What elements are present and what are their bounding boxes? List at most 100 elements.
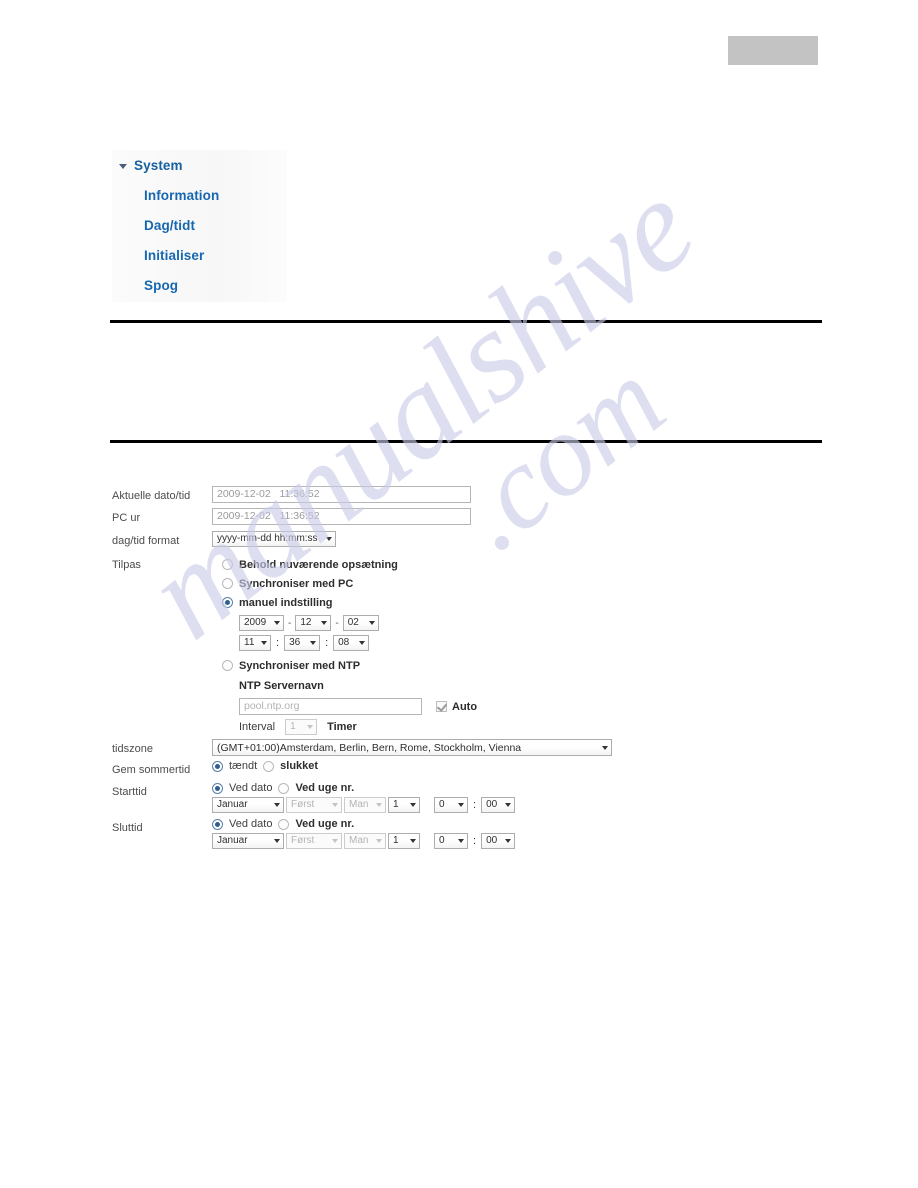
chevron-down-icon — [505, 839, 512, 843]
end-hour-value: 0 — [439, 835, 445, 846]
radio-icon[interactable] — [263, 760, 275, 772]
adjust-option-sync-ntp[interactable]: Synchroniser med NTP — [222, 656, 752, 675]
manual-day-value: 02 — [347, 617, 359, 628]
radio-icon[interactable] — [278, 818, 290, 830]
manual-year-select[interactable]: 2009 — [239, 615, 284, 631]
nav-item-spog[interactable]: Spog — [112, 270, 178, 300]
start-weekday-select[interactable]: Man — [344, 797, 386, 813]
ntp-interval-row: Interval 1 Timer — [239, 719, 752, 735]
radio-icon-selected[interactable] — [212, 818, 223, 830]
nav-item-label: Dag/tidt — [144, 217, 196, 233]
time-separator: : — [473, 835, 477, 847]
manual-month-value: 12 — [300, 617, 312, 628]
start-hour-value: 0 — [439, 799, 445, 810]
manual-time-row: 11 : 36 : 08 — [239, 635, 752, 651]
start-month-select[interactable]: Januar — [212, 797, 284, 813]
end-month-value: Januar — [217, 835, 248, 846]
row-end-time: Sluttid Ved dato Ved uge nr. Januar Førs… — [112, 818, 752, 849]
row-adjust: Tilpas Behold nuværende opsætning Synchr… — [112, 555, 752, 735]
ntp-auto-checkbox[interactable] — [436, 701, 447, 712]
end-weekday-select[interactable]: Man — [344, 833, 386, 849]
chevron-down-icon — [376, 839, 382, 843]
chevron-down-icon — [310, 641, 317, 645]
end-time-mode-label: Ved dato — [229, 818, 273, 830]
dst-label: Gem sommertid — [112, 764, 191, 776]
end-week-select[interactable]: Først — [286, 833, 342, 849]
nav-item-information[interactable]: Information — [112, 180, 219, 210]
dst-options: tændt slukket — [212, 760, 752, 772]
radio-icon[interactable] — [222, 660, 233, 671]
start-week-value: Først — [291, 799, 315, 810]
row-datetime-format: dag/tid format yyyy-mm-dd hh:mm:ss — [112, 531, 752, 548]
triangle-down-icon[interactable] — [118, 160, 129, 171]
datetime-format-select[interactable]: yyyy-mm-dd hh:mm:ss — [212, 531, 336, 547]
header-gray-block — [728, 36, 818, 65]
row-dst: Gem sommertid tændt slukket — [112, 760, 752, 777]
radio-icon[interactable] — [222, 578, 233, 589]
chevron-down-icon — [274, 803, 280, 807]
radio-icon-selected[interactable] — [212, 782, 223, 794]
timezone-label: tidszone — [112, 743, 153, 755]
chevron-down-icon — [505, 803, 512, 807]
chevron-down-icon — [602, 745, 608, 750]
end-minute-select[interactable]: 00 — [481, 833, 516, 849]
end-time-selects: Januar Først Man 1 0: 00 — [212, 833, 752, 849]
ntp-auto-label: Auto — [452, 700, 478, 713]
manual-second-select[interactable]: 08 — [333, 635, 370, 651]
dst-option-label: tændt — [229, 760, 258, 772]
radio-icon[interactable] — [278, 782, 290, 794]
manual-second-value: 08 — [338, 637, 350, 648]
row-timezone: tidszone (GMT+01:00)Amsterdam, Berlin, B… — [112, 739, 752, 756]
manual-minute-value: 36 — [289, 637, 301, 648]
start-hour-select[interactable]: 0 — [434, 797, 468, 813]
start-day-value: 1 — [393, 799, 399, 810]
dst-option-label: slukket — [280, 760, 319, 772]
adjust-option-sync-pc[interactable]: Synchroniser med PC — [222, 574, 752, 593]
radio-icon-selected[interactable] — [212, 760, 223, 772]
manual-minute-select[interactable]: 36 — [284, 635, 321, 651]
manual-day-select[interactable]: 02 — [342, 615, 379, 631]
section-divider-bottom — [110, 440, 822, 443]
start-time-mode-label: Ved uge nr. — [295, 782, 355, 794]
row-current-datetime: Aktuelle dato/tid 2009-12-02 11:36:52 — [112, 486, 752, 503]
pc-clock-label: PC ur — [112, 512, 141, 524]
row-pc-clock: PC ur 2009-12-02 11:36:52 — [112, 508, 752, 525]
radio-icon[interactable] — [222, 559, 233, 570]
nav-item-initialiser[interactable]: Initialiser — [112, 240, 204, 270]
manual-month-select[interactable]: 12 — [295, 615, 332, 631]
manual-hour-select[interactable]: 11 — [239, 635, 271, 651]
end-hour-select[interactable]: 0 — [434, 833, 468, 849]
timezone-select[interactable]: (GMT+01:00)Amsterdam, Berlin, Bern, Rome… — [212, 739, 612, 756]
adjust-option-manual[interactable]: manuel indstilling — [222, 593, 752, 612]
datetime-format-value: yyyy-mm-dd hh:mm:ss — [217, 533, 318, 544]
start-day-select[interactable]: 1 — [388, 797, 420, 813]
start-time-mode-label: Ved dato — [229, 782, 273, 794]
adjust-option-keep-current[interactable]: Behold nuværende opsætning — [222, 555, 752, 574]
end-day-value: 1 — [393, 835, 399, 846]
nav-item-dag-tidt[interactable]: Dag/tidt — [112, 210, 195, 240]
ntp-interval-label: Interval — [239, 721, 276, 733]
radio-icon-selected[interactable] — [222, 597, 233, 608]
time-separator: : — [325, 637, 329, 649]
end-month-select[interactable]: Januar — [212, 833, 284, 849]
start-week-select[interactable]: Først — [286, 797, 342, 813]
start-minute-select[interactable]: 00 — [481, 797, 516, 813]
chevron-down-icon — [307, 725, 314, 729]
end-day-select[interactable]: 1 — [388, 833, 420, 849]
chevron-down-icon — [458, 803, 464, 807]
ntp-server-input[interactable]: pool.ntp.org — [239, 698, 422, 715]
end-minute-value: 00 — [486, 835, 498, 846]
manual-year-value: 2009 — [244, 617, 267, 628]
ntp-interval-select[interactable]: 1 — [285, 719, 318, 735]
pc-clock-input[interactable]: 2009-12-02 11:36:52 — [212, 508, 471, 525]
nav-item-system[interactable]: System — [112, 150, 183, 180]
start-minute-value: 00 — [486, 799, 498, 810]
adjust-option-label: Synchroniser med PC — [239, 577, 354, 590]
ntp-interval-value: 1 — [290, 721, 296, 732]
current-datetime-input[interactable]: 2009-12-02 11:36:52 — [212, 486, 471, 503]
chevron-down-icon — [332, 803, 338, 807]
chevron-down-icon — [376, 803, 382, 807]
start-weekday-value: Man — [349, 799, 369, 810]
adjust-option-label: Synchroniser med NTP — [239, 659, 361, 672]
chevron-down-icon — [458, 839, 464, 843]
